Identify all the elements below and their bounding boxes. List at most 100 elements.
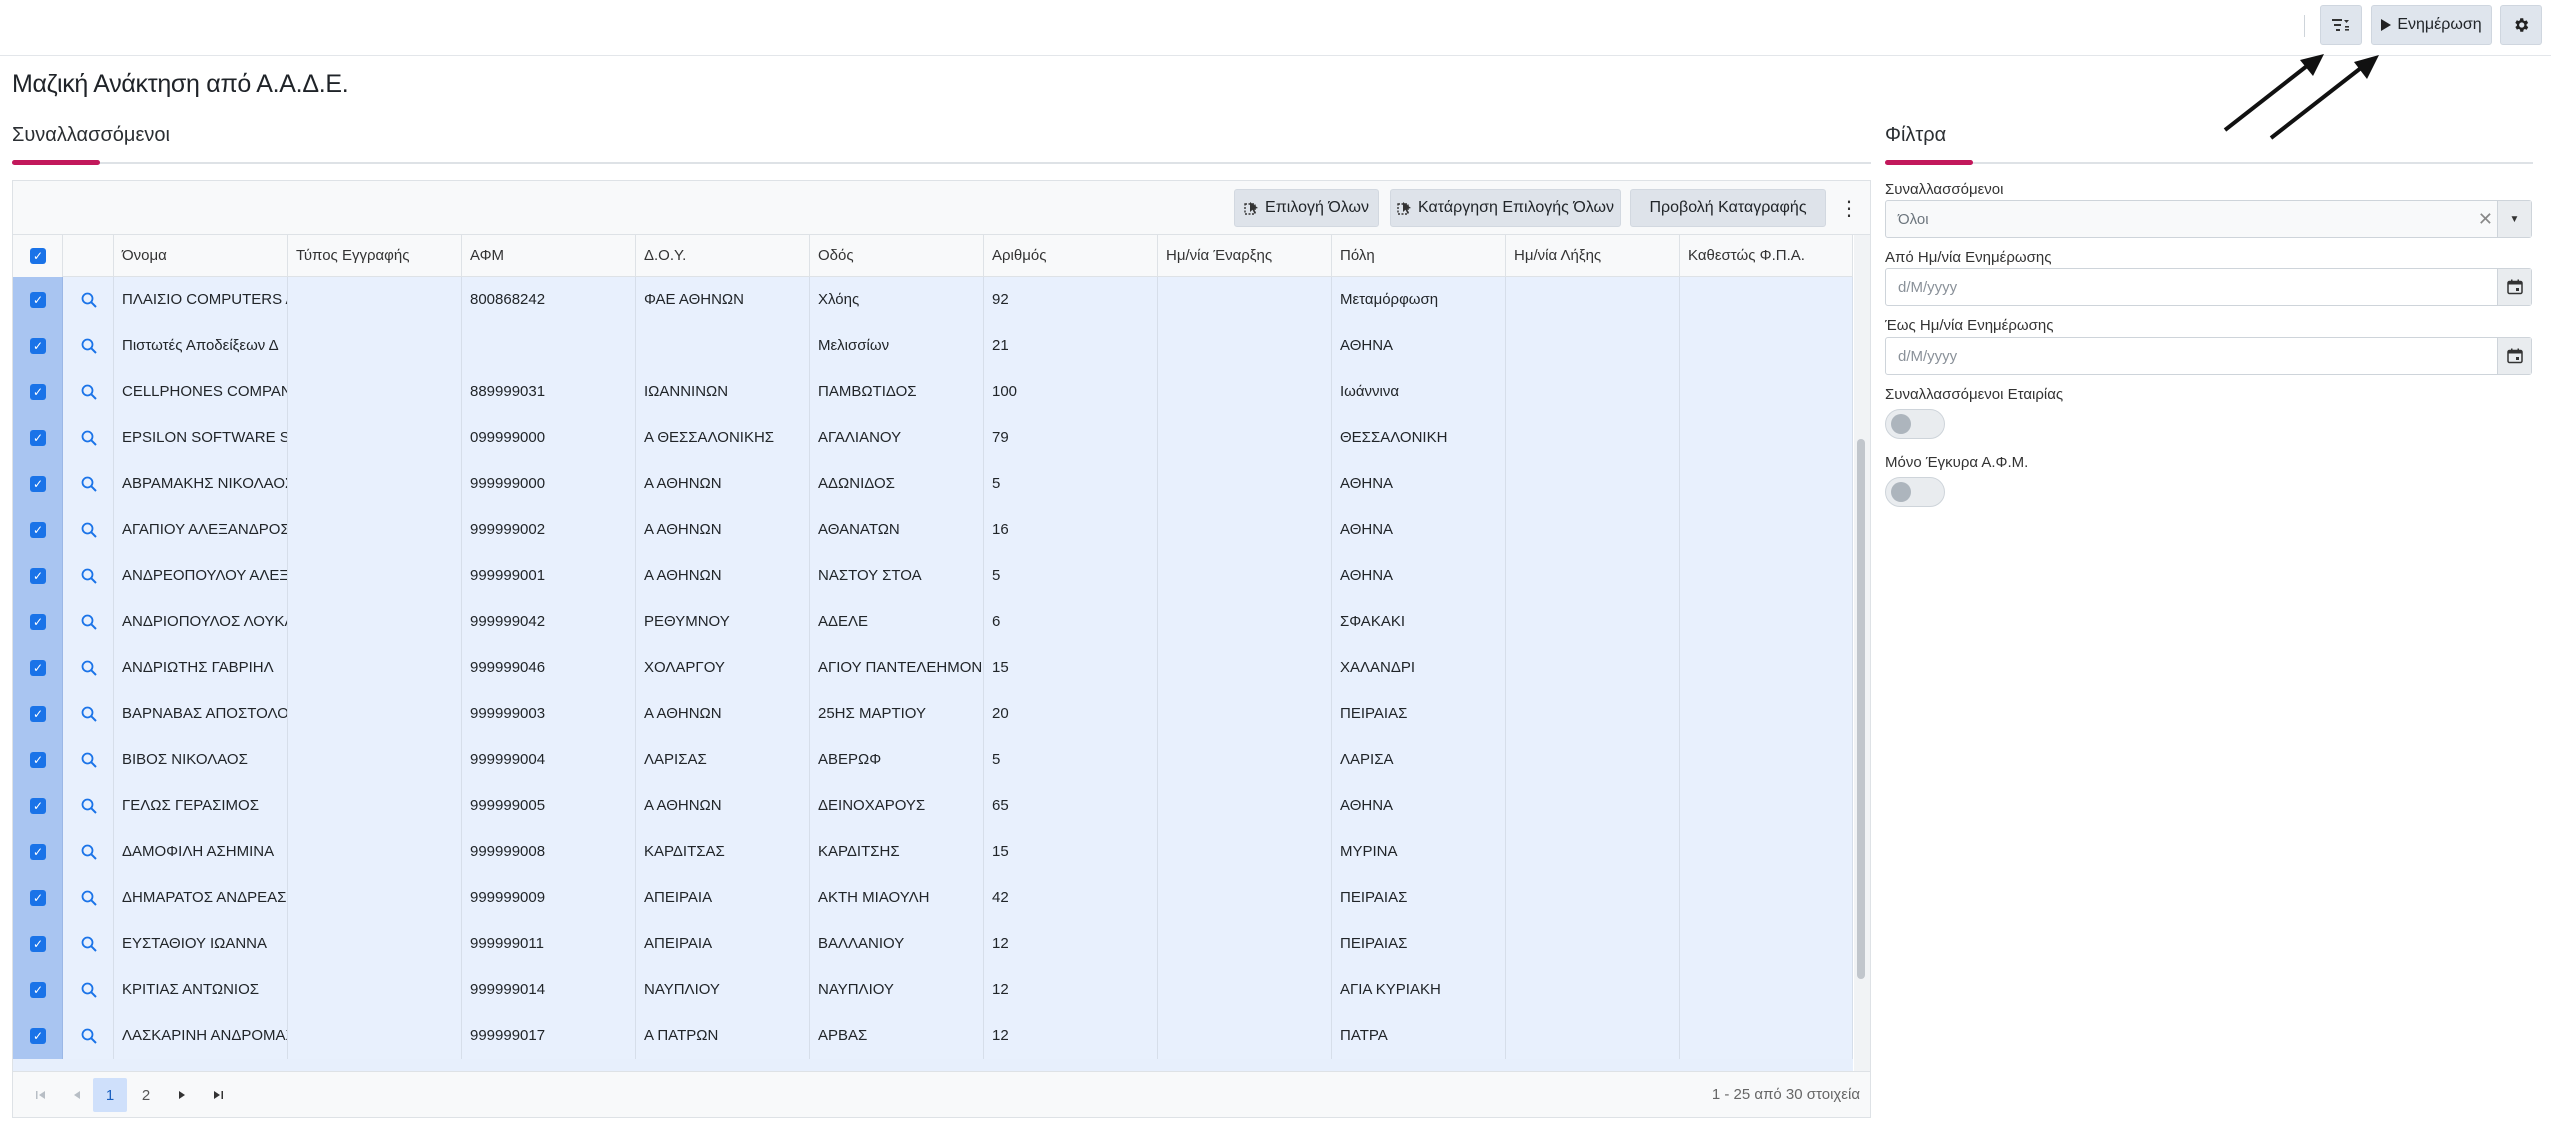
column-header-start-date[interactable]: Ημ/νία Έναρξης bbox=[1158, 235, 1332, 277]
update-button[interactable]: Ενημέρωση bbox=[2371, 5, 2492, 45]
table-row[interactable]: ✓ CELLPHONES COMPANY 889999031 ΙΩΑΝΝΙΝΩΝ ΠΑΜ… bbox=[13, 369, 1853, 415]
table-row[interactable]: ✓ ΑΝΔΡΙΩΤΗΣ ΓΑΒΡΙΗΛ 999999046 ΧΟΛΑΡΓΟΥ ΑΓΙΟΥ… bbox=[13, 645, 1853, 691]
cell-record-type bbox=[288, 921, 462, 967]
row-checkbox[interactable]: ✓ bbox=[30, 568, 46, 584]
settings-button[interactable] bbox=[2500, 5, 2542, 45]
deselect-all-button[interactable]: Κατάργηση Επιλογής Όλων bbox=[1390, 189, 1621, 227]
table-row[interactable]: ✓ ΑΝΔΡΕΟΠΟΥΛΟΥ ΑΛΕΞΑ 999999001 Α ΑΘΗΝΩΝ ΝΑΣΤ… bbox=[13, 553, 1853, 599]
row-checkbox[interactable]: ✓ bbox=[30, 844, 46, 860]
select-all-button[interactable]: Επιλογή Όλων bbox=[1234, 189, 1379, 227]
search-icon[interactable] bbox=[78, 427, 100, 449]
row-action-cell bbox=[63, 967, 114, 1013]
row-checkbox[interactable]: ✓ bbox=[30, 660, 46, 676]
column-header-end-date[interactable]: Ημ/νία Λήξης bbox=[1506, 235, 1680, 277]
table-row[interactable]: ✓ ΛΑΣΚΑΡΙΝΗ ΑΝΔΡΟΜΑΧ 999999017 Α ΠΑΤΡΩΝ ΑΡΒΑ… bbox=[13, 1013, 1853, 1059]
row-select-cell: ✓ bbox=[13, 783, 63, 829]
search-icon[interactable] bbox=[78, 289, 100, 311]
row-checkbox[interactable]: ✓ bbox=[30, 706, 46, 722]
company-counterparties-toggle[interactable] bbox=[1885, 409, 1945, 439]
next-page-button[interactable] bbox=[165, 1078, 199, 1112]
page-1-button[interactable]: 1 bbox=[93, 1078, 127, 1112]
row-checkbox[interactable]: ✓ bbox=[30, 384, 46, 400]
search-icon[interactable] bbox=[78, 887, 100, 909]
search-icon[interactable] bbox=[78, 1025, 100, 1047]
prev-page-button[interactable] bbox=[60, 1078, 94, 1112]
page-2-button[interactable]: 2 bbox=[129, 1078, 163, 1112]
grid-scrollbar-thumb[interactable] bbox=[1857, 439, 1865, 979]
table-row[interactable]: ✓ ΔΑΜΟΦΙΛΗ ΑΣΗΜΙΝΑ 999999008 ΚΑΡΔΙΤΣΑΣ ΚΑΡΔΙ… bbox=[13, 829, 1853, 875]
table-row[interactable]: ✓ ΑΒΡΑΜΑΚΗΣ ΝΙΚΟΛΑΟΣ 999999000 Α ΑΘΗΝΩΝ ΑΔΩΝ… bbox=[13, 461, 1853, 507]
row-checkbox[interactable]: ✓ bbox=[30, 476, 46, 492]
search-icon[interactable] bbox=[78, 703, 100, 725]
last-page-icon bbox=[214, 1091, 223, 1099]
row-checkbox[interactable]: ✓ bbox=[30, 936, 46, 952]
select-all-checkbox[interactable]: ✓ bbox=[30, 248, 46, 264]
column-header-number[interactable]: Αριθμός bbox=[984, 235, 1158, 277]
column-header-record-type[interactable]: Τύπος Εγγραφής bbox=[288, 235, 462, 277]
row-checkbox[interactable]: ✓ bbox=[30, 1028, 46, 1044]
column-header-street[interactable]: Οδός bbox=[810, 235, 984, 277]
row-checkbox[interactable]: ✓ bbox=[30, 338, 46, 354]
search-icon[interactable] bbox=[78, 979, 100, 1001]
search-icon[interactable] bbox=[78, 611, 100, 633]
cell-vat-status bbox=[1680, 645, 1853, 691]
table-row[interactable]: ✓ ΕΥΣΤΑΘΙΟΥ ΙΩΑΝΝΑ 999999011 ΑΠΕΙΡΑΙΑ ΒΑΛΛΑΝ… bbox=[13, 921, 1853, 967]
clear-icon[interactable]: ✕ bbox=[2478, 209, 2493, 230]
more-options-icon[interactable]: ⋮ bbox=[1837, 193, 1861, 223]
row-select-cell: ✓ bbox=[13, 507, 63, 553]
cell-vat-status bbox=[1680, 967, 1853, 1013]
view-record-button[interactable]: Προβολή Καταγραφής bbox=[1630, 189, 1826, 227]
search-icon[interactable] bbox=[78, 381, 100, 403]
row-checkbox[interactable]: ✓ bbox=[30, 890, 46, 906]
row-action-cell bbox=[63, 277, 114, 323]
search-icon[interactable] bbox=[78, 795, 100, 817]
calendar-icon[interactable] bbox=[2497, 269, 2531, 305]
cell-number: 42 bbox=[984, 875, 1158, 921]
last-page-button[interactable] bbox=[201, 1078, 235, 1112]
search-icon[interactable] bbox=[78, 749, 100, 771]
search-icon[interactable] bbox=[78, 933, 100, 955]
row-checkbox[interactable]: ✓ bbox=[30, 752, 46, 768]
to-date-input[interactable]: d/M/yyyy bbox=[1885, 337, 2532, 375]
valid-vat-toggle[interactable] bbox=[1885, 477, 1945, 507]
cell-name: Πιστωτές Αποδείξεων Δ bbox=[114, 323, 288, 369]
column-header-tax-office[interactable]: Δ.Ο.Υ. bbox=[636, 235, 810, 277]
column-header-vat-status[interactable]: Καθεστώς Φ.Π.Α. bbox=[1680, 235, 1853, 277]
table-row[interactable]: ✓ ΓΕΛΩΣ ΓΕΡΑΣΙΜΟΣ 999999005 Α ΑΘΗΝΩΝ ΔΕΙΝΟΧΑ… bbox=[13, 783, 1853, 829]
table-row[interactable]: ✓ ΒΑΡΝΑΒΑΣ ΑΠΟΣΤΟΛΟΣ 999999003 Α ΑΘΗΝΩΝ 25ΗΣ… bbox=[13, 691, 1853, 737]
cell-vat: 999999005 bbox=[462, 783, 636, 829]
chevron-down-icon[interactable]: ▼ bbox=[2497, 201, 2531, 237]
calendar-icon[interactable] bbox=[2497, 338, 2531, 374]
table-row[interactable]: ✓ ΒΙΒΟΣ ΝΙΚΟΛΑΟΣ 999999004 ΛΑΡΙΣΑΣ ΑΒΕΡΩΦ 5 ΛΑ… bbox=[13, 737, 1853, 783]
search-icon[interactable] bbox=[78, 841, 100, 863]
cell-tax-office: Α ΠΑΤΡΩΝ bbox=[636, 1013, 810, 1059]
row-checkbox[interactable]: ✓ bbox=[30, 982, 46, 998]
table-row[interactable]: ✓ ΑΓΑΠΙΟΥ ΑΛΕΞΑΝΔΡΟΣ 999999002 Α ΑΘΗΝΩΝ ΑΘΑΝ… bbox=[13, 507, 1853, 553]
search-icon[interactable] bbox=[78, 335, 100, 357]
search-icon[interactable] bbox=[78, 657, 100, 679]
row-checkbox[interactable]: ✓ bbox=[30, 798, 46, 814]
counterparties-select[interactable]: Όλοι ✕ ▼ bbox=[1885, 200, 2532, 238]
row-checkbox[interactable]: ✓ bbox=[30, 292, 46, 308]
column-header-name[interactable]: Όνομα bbox=[114, 235, 288, 277]
row-checkbox[interactable]: ✓ bbox=[30, 614, 46, 630]
table-row[interactable]: ✓ Πιστωτές Αποδείξεων Δ Μελισσίων 21 ΑΘΗΝΑ bbox=[13, 323, 1853, 369]
from-date-input[interactable]: d/M/yyyy bbox=[1885, 268, 2532, 306]
search-icon[interactable] bbox=[78, 565, 100, 587]
cell-vat-status bbox=[1680, 1013, 1853, 1059]
column-header-vat[interactable]: ΑΦΜ bbox=[462, 235, 636, 277]
toggle-filters-button[interactable] bbox=[2320, 5, 2362, 45]
table-row[interactable]: ✓ ΚΡΙΤΙΑΣ ΑΝΤΩΝΙΟΣ 999999014 ΝΑΥΠΛΙΟΥ ΝΑΥΠΛΙ… bbox=[13, 967, 1853, 1013]
table-row[interactable]: ✓ ΑΝΔΡΙΟΠΟΥΛΟΣ ΛΟΥΚΑ 999999042 ΡΕΘΥΜΝΟΥ ΑΔΕΛ… bbox=[13, 599, 1853, 645]
search-icon[interactable] bbox=[78, 519, 100, 541]
cell-street: ΠΑΜΒΩΤΙΔΟΣ bbox=[810, 369, 984, 415]
table-row[interactable]: ✓ EPSILON SOFTWARE SA 099999000 Α ΘΕΣΣΑΛΟΝΙ… bbox=[13, 415, 1853, 461]
first-page-button[interactable] bbox=[24, 1078, 58, 1112]
search-icon[interactable] bbox=[78, 473, 100, 495]
row-checkbox[interactable]: ✓ bbox=[30, 522, 46, 538]
table-row[interactable]: ✓ ΔΗΜΑΡΑΤΟΣ ΑΝΔΡΕΑΣ 999999009 ΑΠΕΙΡΑΙΑ ΑΚΤΗ … bbox=[13, 875, 1853, 921]
column-header-city[interactable]: Πόλη bbox=[1332, 235, 1506, 277]
row-checkbox[interactable]: ✓ bbox=[30, 430, 46, 446]
table-row[interactable]: ✓ ΠΛΑΙΣΙΟ COMPUTERS AE 800868242 ΦΑΕ ΑΘΗΝΩΝ… bbox=[13, 277, 1853, 323]
cell-tax-office: ΛΑΡΙΣΑΣ bbox=[636, 737, 810, 783]
